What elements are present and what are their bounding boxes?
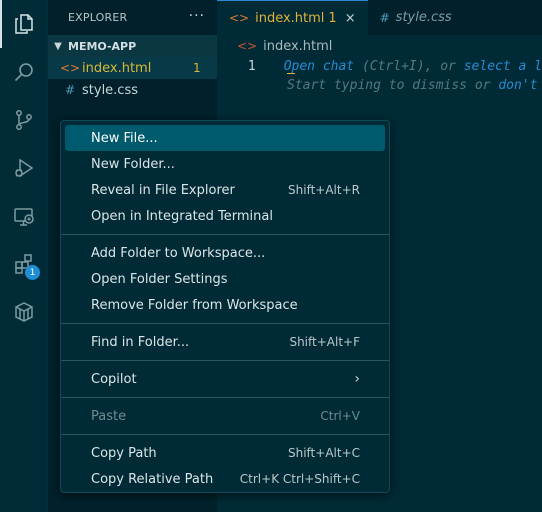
menu-item-shortcut: Ctrl+K Ctrl+Shift+C [239,472,360,486]
menu-item-label: Reveal in File Explorer [91,182,235,198]
menu-item-copy-path[interactable]: Copy Path Shift+Alt+C [65,440,385,466]
menu-item-open-in-terminal[interactable]: Open in Integrated Terminal [65,203,385,229]
select-language-link[interactable]: select a l [464,59,542,74]
menu-separator [61,323,389,324]
hint-text: Start typing to dismiss or [287,78,499,93]
context-menu: New File... New Folder... Reveal in File… [60,120,390,493]
html-file-icon: <> [229,11,250,25]
chevron-right-icon: › [354,371,360,387]
code-line[interactable]: Start typing to dismiss or don't [217,76,542,95]
menu-item-label: Copy Relative Path [91,471,214,487]
menu-item-new-file[interactable]: New File... [65,125,385,151]
menu-item-find-in-folder[interactable]: Find in Folder... Shift+Alt+F [65,329,385,355]
workspace-name: MEMO-APP [68,39,137,53]
menu-item-shortcut: Ctrl+V [320,409,360,423]
menu-item-label: New Folder... [91,156,175,172]
run-debug-icon[interactable] [0,144,48,192]
menu-item-label: Open in Integrated Terminal [91,208,273,224]
menu-item-label: Add Folder to Workspace... [91,245,266,261]
menu-item-label: Find in Folder... [91,334,190,350]
file-name: index.html [82,60,152,76]
tab-problem-count: 1 [328,10,337,26]
menu-item-new-folder[interactable]: New Folder... [65,151,385,177]
menu-separator [61,234,389,235]
menu-separator [61,360,389,361]
extensions-icon[interactable]: 1 [0,240,48,288]
menu-item-remove-folder-from-workspace[interactable]: Remove Folder from Workspace [65,292,385,318]
breadcrumb[interactable]: <> index.html [217,35,542,57]
menu-item-label: Paste [91,408,127,424]
menu-item-shortcut: Shift+Alt+C [287,446,360,460]
source-control-icon[interactable] [0,96,48,144]
menu-item-reveal-in-file-explorer[interactable]: Reveal in File Explorer Shift+Alt+R [65,177,385,203]
menu-item-label: Open Folder Settings [91,271,228,287]
workspace-section-header[interactable]: ▼ MEMO-APP [48,35,217,57]
activity-bar: 1 [0,0,48,512]
menu-item-label: Remove Folder from Workspace [91,297,298,313]
css-file-icon: # [379,10,390,25]
hint-text: (Ctrl+I), or [354,59,464,74]
remote-explorer-icon[interactable] [0,192,48,240]
menu-item-add-folder-to-workspace[interactable]: Add Folder to Workspace... [65,240,385,266]
file-item-style-css[interactable]: # style.css [48,79,217,101]
close-icon[interactable]: × [345,11,356,26]
line-number: 1 [247,59,256,74]
breadcrumb-file: index.html [263,38,333,54]
menu-item-label: Copy Path [91,445,157,461]
menu-item-copy-relative-path[interactable]: Copy Relative Path Ctrl+K Ctrl+Shift+C [65,466,385,492]
tab-index-html[interactable]: <> index.html 1 × [217,0,368,35]
tab-label: style.css [395,10,452,25]
menu-item-label: Copilot [91,371,137,387]
search-icon[interactable] [0,48,48,96]
code-line[interactable]: 1 Open chat (Ctrl+I), or select a l [217,57,542,76]
css-file-icon: # [64,83,76,97]
tab-bar: <> index.html 1 × # style.css [217,0,542,35]
code-hint: Start typing to dismiss or don't [287,78,537,93]
chevron-down-icon: ▼ [54,40,62,52]
menu-separator [61,434,389,435]
problem-count: 1 [193,61,201,75]
extensions-badge: 1 [25,265,40,280]
file-name: style.css [82,82,138,98]
more-actions-icon[interactable]: ··· [189,8,205,24]
tab-style-css[interactable]: # style.css [368,0,464,35]
html-file-icon: <> [60,61,81,75]
menu-item-paste: Paste Ctrl+V [65,403,385,429]
tab-label: index.html [255,10,325,26]
menu-separator [61,397,389,398]
menu-item-shortcut: Shift+Alt+F [289,335,360,349]
menu-item-shortcut: Shift+Alt+R [288,183,360,197]
text-cursor [287,68,295,74]
menu-item-open-folder-settings[interactable]: Open Folder Settings [65,266,385,292]
file-item-index-html[interactable]: <> index.html 1 [48,57,217,79]
menu-item-copilot[interactable]: Copilot › [65,366,385,392]
dont-show-link[interactable]: don't [498,78,537,93]
menu-item-label: New File... [91,130,158,146]
containers-icon[interactable] [0,288,48,336]
html-file-icon: <> [237,39,258,53]
explorer-icon[interactable] [0,0,48,48]
code-hint: Open chat (Ctrl+I), or select a l [284,59,542,74]
